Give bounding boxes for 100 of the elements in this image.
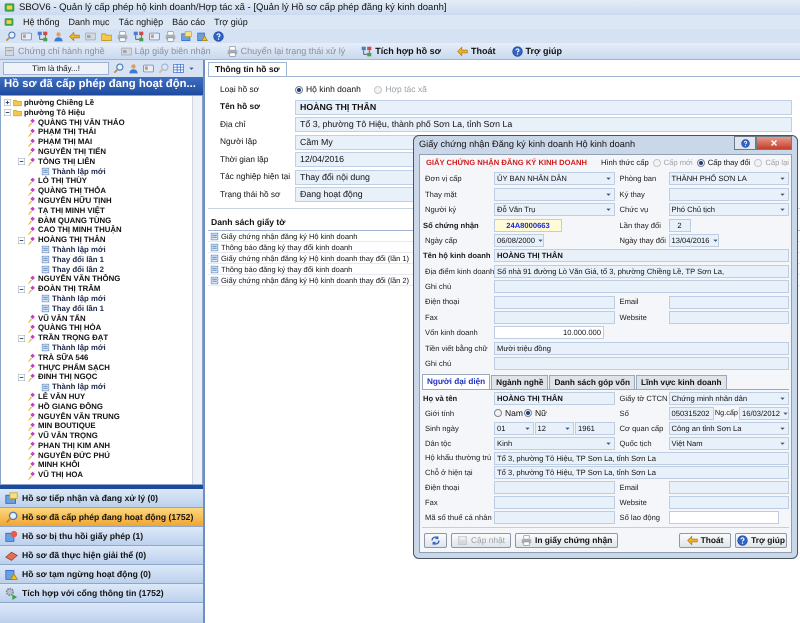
help-icon: [740, 138, 750, 148]
tab[interactable]: Thông tin hồ sơ: [208, 62, 287, 76]
tab[interactable]: Người đại diện: [422, 374, 490, 390]
search-icon[interactable]: [113, 63, 124, 74]
marker-icon: [27, 412, 36, 421]
help-button[interactable]: [734, 136, 756, 150]
help-icon: [512, 46, 523, 56]
marker-icon: [27, 324, 36, 333]
arrow-left-icon: [457, 46, 468, 56]
marker-icon: [27, 274, 36, 284]
text-field[interactable]: [494, 481, 614, 494]
card-icon: [120, 46, 132, 56]
folder-icon: [5, 492, 18, 504]
dialog-button[interactable]: Trợ giúp: [735, 532, 787, 548]
radio-option[interactable]: Nam: [494, 408, 523, 418]
nav-panel-button[interactable]: Hồ sơ tạm ngừng hoạt động (0): [0, 565, 203, 584]
caret-icon: [779, 190, 786, 198]
text-field[interactable]: [494, 310, 614, 324]
text-field[interactable]: [494, 296, 614, 309]
nav-panel-button[interactable]: Hồ sơ tiếp nhận và đang xử lý (0): [0, 489, 203, 508]
field-label: Thời gian lập: [220, 154, 270, 164]
tool-icon[interactable]: [133, 30, 144, 42]
collapse-icon[interactable]: [18, 334, 25, 342]
text-field[interactable]: [494, 496, 614, 510]
field-label: Địa chỉ: [220, 120, 246, 130]
caret-icon: [604, 190, 612, 198]
collapse-icon[interactable]: [18, 374, 25, 381]
text-field[interactable]: [668, 296, 789, 309]
marker-icon: [27, 138, 36, 147]
nav-panel-button[interactable]: Hồ sơ đã cấp phép đang hoạt động (1752): [0, 508, 203, 527]
marker-icon: [27, 362, 36, 372]
menu-item[interactable]: Báo cáo: [172, 16, 206, 28]
marker-icon: [27, 334, 36, 343]
text-field[interactable]: Tổ 3, phường Tô Hiệu, thành phố Sơn La, tỉnh Sơn La: [295, 117, 792, 132]
nav-panel-button[interactable]: Tích hợp với cổng thông tin (1752): [0, 584, 203, 603]
printer-icon: [226, 46, 238, 56]
field-label: Tên hồ sơ: [220, 102, 262, 112]
collapse-icon[interactable]: [18, 236, 25, 244]
marker-icon: [27, 176, 36, 186]
tool-icon[interactable]: [213, 30, 224, 42]
marker-icon: [27, 206, 36, 216]
dialog-button[interactable]: In giấy chứng nhận: [515, 532, 618, 548]
search-icon[interactable]: [158, 63, 169, 74]
menu-item[interactable]: Trợ giúp: [214, 16, 248, 28]
tool-icon[interactable]: [37, 30, 48, 42]
tool-icon[interactable]: [181, 30, 192, 42]
collapse-icon[interactable]: [18, 158, 25, 166]
grid-icon[interactable]: [173, 63, 184, 74]
marker-icon: [27, 451, 36, 460]
text-field[interactable]: [668, 511, 778, 524]
marker-icon: [27, 392, 36, 402]
menu-item[interactable]: Danh mục: [68, 16, 110, 28]
app-icon: [4, 17, 14, 27]
toolbar-button[interactable]: Thoát: [457, 46, 496, 56]
text-field[interactable]: HOÀNG THỊ THÂN: [295, 100, 792, 114]
caret-icon: [779, 206, 786, 214]
marker-icon: [27, 422, 36, 431]
search-field[interactable]: Tìm là thấy...!: [3, 62, 109, 75]
text-field[interactable]: [668, 310, 789, 324]
close-icon: [769, 138, 779, 148]
marker-icon: [27, 216, 36, 225]
gear-icon: [5, 586, 18, 600]
text-field[interactable]: [494, 511, 614, 524]
marker-icon: [27, 441, 36, 450]
text-field[interactable]: [494, 357, 789, 370]
expand-icon[interactable]: [4, 99, 11, 106]
marker-icon: [27, 128, 36, 137]
tab[interactable]: Ngành nghề: [491, 375, 548, 390]
nav-panel-button[interactable]: Hồ sơ đã thực hiện giải thể (0): [0, 546, 203, 565]
marker-icon: [27, 353, 36, 362]
dropdown-field[interactable]: [494, 188, 614, 201]
marker-icon: [27, 402, 36, 412]
caret-icon: [712, 236, 719, 244]
collapse-icon[interactable]: [18, 286, 25, 293]
app-icon: [4, 2, 15, 13]
tool-icon[interactable]: [197, 30, 208, 42]
network-icon: [361, 46, 372, 56]
caret-icon[interactable]: [188, 65, 195, 72]
scrollbar[interactable]: [192, 96, 202, 484]
caret-icon: [604, 175, 612, 182]
person-icon[interactable]: [128, 63, 139, 74]
arrow-left-icon: [686, 534, 698, 546]
tab[interactable]: Danh sách góp vốn: [549, 375, 635, 390]
card-icon[interactable]: [143, 63, 154, 74]
text-field[interactable]: [668, 481, 789, 494]
text-field[interactable]: [494, 280, 789, 294]
tab[interactable]: Lĩnh vực kinh doanh: [636, 375, 727, 390]
nav-panel-button[interactable]: Hồ sơ bị thu hồi giấy phép (1): [0, 527, 203, 546]
menu-item[interactable]: Hệ thống: [23, 16, 60, 28]
radio-option[interactable]: Nữ: [524, 408, 547, 418]
text-field[interactable]: [668, 496, 789, 510]
menu-item[interactable]: Tác nghiệp: [118, 16, 164, 28]
refresh-button[interactable]: [424, 532, 447, 548]
radio-option[interactable]: Hộ kinh doanh: [295, 84, 361, 95]
dropdown-field[interactable]: [668, 188, 789, 201]
toolbar-button[interactable]: Trợ giúp: [512, 46, 562, 56]
collapse-icon[interactable]: [4, 109, 11, 116]
toolbar-button[interactable]: Tích hợp hồ sơ: [361, 46, 442, 56]
dialog-button[interactable]: Thoát: [679, 532, 731, 548]
close-button[interactable]: [756, 136, 792, 150]
